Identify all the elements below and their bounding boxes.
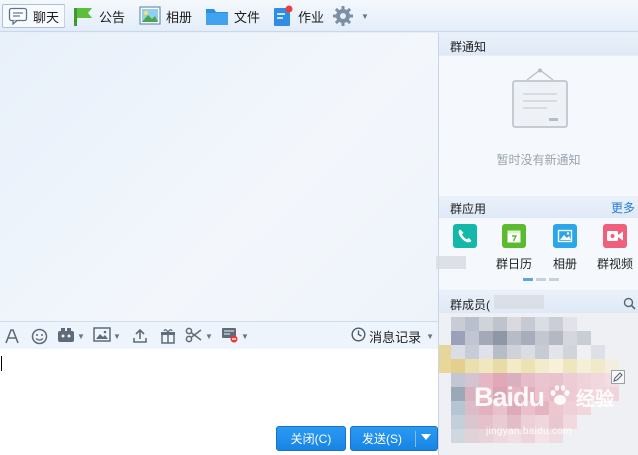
magic-expression-button[interactable]: ▼ [57,327,85,345]
watermark: Baidu 经验 [474,382,614,413]
tab-chat[interactable]: 聊天 [2,4,66,28]
tab-chat-label: 聊天 [33,9,60,25]
tab-file[interactable]: 文件 [205,4,260,28]
pager-dot[interactable] [536,278,546,281]
watermark-url: jingyan.baidu.com [486,426,572,437]
apps-title: 群应用 [450,202,487,216]
chat-message-area[interactable] [0,33,438,321]
send-button[interactable]: 发送(S) [350,426,438,451]
blurred-area [494,295,544,309]
input-toolbar: ▼ ▼ ▼ ▼ 消息记录 ▼ [0,321,438,349]
settings-menu-button[interactable]: ▼ [332,4,369,28]
tab-file-label: 文件 [234,9,261,25]
more-apps-link[interactable]: 更多 [611,199,635,216]
scissors-icon [185,327,203,346]
app-video-label: 群视频 [596,257,633,271]
image-icon [93,327,111,345]
upload-icon[interactable] [132,327,148,345]
homework-icon [273,5,293,27]
chevron-down-icon: ▼ [77,331,85,341]
send-button-label: 发送(S) [362,432,402,446]
notice-title: 群通知 [450,40,487,54]
send-divider [415,431,416,447]
app-phone[interactable] [445,224,485,255]
album-icon [553,224,577,248]
tab-notice-label: 公告 [99,9,126,25]
apps-pager[interactable] [523,278,559,281]
top-toolbar: 聊天 公告 相册 文件 作业 ▼ [0,0,638,32]
video-icon [603,224,627,248]
tab-homework[interactable]: 作业 [273,4,324,28]
image-button[interactable]: ▼ [93,327,121,345]
notice-empty-text: 暂时没有新通知 [496,153,581,167]
magic-icon [57,327,75,346]
close-button[interactable]: 关闭(C) [276,426,346,451]
notice-panel [439,56,638,196]
tab-notice[interactable]: 公告 [72,4,125,28]
chevron-down-icon: ▼ [241,331,249,341]
chat-bubble-icon [8,7,28,25]
calendar-icon [502,224,526,248]
watermark-brand: Baidu [474,382,545,412]
toolbar-divider [64,6,65,26]
chevron-down-icon: ▼ [426,331,434,341]
emoji-icon[interactable] [31,327,48,345]
chevron-down-icon: ▼ [361,11,369,21]
screenshot-button[interactable]: ▼ [185,327,213,345]
watermark-cn: 经验 [576,389,615,410]
app-calendar-label: 群日历 [495,257,532,271]
font-icon[interactable] [4,327,20,345]
blurred-area [436,256,466,269]
pager-dot-active[interactable] [523,278,533,281]
clock-icon [351,327,366,345]
flag-icon [72,5,94,27]
send-options-chevron-icon[interactable] [421,434,431,440]
tab-album[interactable]: 相册 [139,4,192,28]
gear-icon [332,5,354,27]
chevron-down-icon: ▼ [113,331,121,341]
gift-icon[interactable] [160,327,176,345]
tab-homework-label: 作业 [298,9,325,25]
message-history-label: 消息记录 [369,329,422,345]
app-album[interactable]: 相册 [545,224,585,272]
phone-icon [453,224,477,248]
chevron-down-icon: ▼ [205,331,213,341]
picture-icon [139,6,161,26]
noticeboard-icon [511,68,569,133]
app-video[interactable]: 群视频 [595,224,635,272]
screen-icon [221,327,239,346]
tab-album-label: 相册 [166,9,193,25]
paw-icon [547,383,573,412]
screen-share-button[interactable]: ▼ [221,327,249,345]
folder-icon [205,6,229,26]
message-history-button[interactable]: 消息记录 ▼ [351,327,434,345]
members-title: 群成员( [450,298,490,312]
pager-dot[interactable] [549,278,559,281]
app-calendar[interactable]: 群日历 [494,224,534,272]
search-icon[interactable] [623,297,636,313]
text-cursor [1,356,2,371]
app-album-label: 相册 [552,257,577,271]
